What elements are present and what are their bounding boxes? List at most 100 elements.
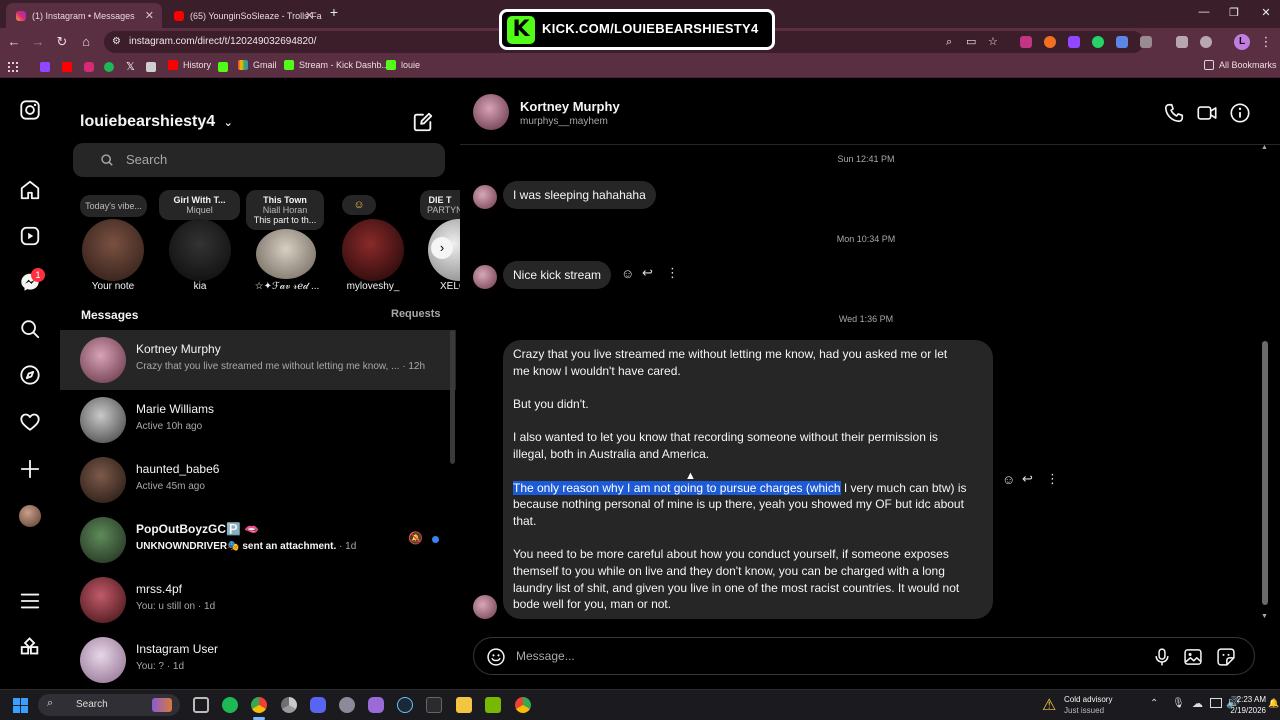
requests-link[interactable]: Requests	[391, 308, 441, 320]
cast-icon[interactable]: ▭	[966, 31, 976, 53]
task-view-icon[interactable]	[193, 697, 209, 713]
profile-avatar[interactable]	[19, 505, 41, 527]
zoom-icon[interactable]: ⌕	[946, 31, 952, 53]
microphone-tray-icon[interactable]: 🎙	[1172, 698, 1185, 709]
settings-app-icon[interactable]	[339, 697, 355, 713]
explore-compass-icon[interactable]	[19, 364, 41, 386]
chrome-profile-app-icon[interactable]	[515, 697, 531, 713]
chrome-app-icon[interactable]	[251, 697, 267, 713]
site-info-icon[interactable]: ⚙	[112, 31, 121, 53]
extension-icon[interactable]	[1020, 36, 1032, 48]
tab-youtube[interactable]: (65) YounginSoSleaze - Trolls Fa ✕	[164, 3, 322, 28]
bookmark-history[interactable]: History	[168, 60, 211, 70]
note-bubble[interactable]: DIE T PARTYN	[420, 190, 460, 220]
chat-scrollbar-thumb[interactable]	[1262, 341, 1268, 605]
nvidia-tray-app-icon[interactable]	[485, 697, 501, 713]
story-avatar-myloveshy[interactable]	[342, 219, 404, 281]
contact-name[interactable]: Kortney Murphy	[520, 99, 620, 114]
clock-time[interactable]: 2:23 AM	[1234, 695, 1266, 704]
message-bubble[interactable]: Nice kick stream	[503, 261, 612, 289]
notification-center-bell-icon[interactable]: 🔔	[1268, 698, 1279, 709]
star-bookmark-icon[interactable]: ☆	[988, 31, 998, 53]
conversation-item[interactable]: mrss.4pf You: u still on · 1d	[60, 570, 456, 630]
side-panel-icon[interactable]	[1176, 36, 1188, 48]
also-from-meta-icon[interactable]	[19, 637, 41, 659]
sticker-icon[interactable]	[1216, 647, 1236, 667]
add-photo-icon[interactable]	[1183, 647, 1203, 667]
more-options-icon[interactable]: ⋮	[666, 265, 679, 281]
show-hidden-icons-chevron-icon[interactable]: ⌃	[1150, 698, 1158, 709]
weather-warning-icon[interactable]: ⚠	[1042, 695, 1056, 715]
discord-app-icon[interactable]	[310, 697, 326, 713]
conversation-item[interactable]: PopOutBoyzGC🅿️ 🫦 UNKNOWNDRIVER🎭 sent an …	[60, 510, 456, 570]
more-options-icon[interactable]: ⋮	[1046, 471, 1059, 487]
kick-bookmark-icon[interactable]	[218, 62, 228, 72]
instagram-bookmark-icon[interactable]	[84, 62, 94, 72]
search-icon[interactable]	[19, 318, 41, 340]
terminal-app-icon[interactable]	[426, 697, 442, 713]
long-message-bubble[interactable]: Crazy that you live streamed me without …	[503, 340, 993, 619]
note-bubble[interactable]: Girl With T... Miquel	[159, 190, 240, 220]
forward-icon[interactable]: →	[30, 34, 46, 49]
video-call-icon[interactable]	[1196, 102, 1218, 124]
username-header[interactable]: louiebearshiesty4 ⌄	[80, 113, 233, 131]
create-plus-icon[interactable]	[19, 458, 41, 480]
bookmark-kick-dashboard[interactable]: Stream - Kick Dashb...	[284, 60, 389, 70]
all-bookmarks[interactable]: All Bookmarks	[1204, 60, 1277, 70]
reply-icon[interactable]: ↩	[1022, 471, 1033, 487]
conversation-item[interactable]: Kortney Murphy Crazy that you live strea…	[60, 330, 456, 390]
search-input[interactable]: Search	[73, 143, 445, 177]
notifications-heart-icon[interactable]	[19, 411, 41, 433]
windows-start-icon[interactable]	[13, 698, 28, 713]
network-tray-icon[interactable]	[1210, 698, 1222, 708]
tab-instagram[interactable]: (1) Instagram • Messages ✕	[6, 3, 162, 28]
back-icon[interactable]: ←	[6, 34, 22, 49]
contact-avatar[interactable]	[473, 94, 509, 130]
close-tab-icon[interactable]: ✕	[145, 9, 154, 22]
note-bubble[interactable]: This Town Niall Horan This part to th...	[246, 190, 324, 230]
notes-scroll-right-icon[interactable]: ›	[431, 237, 453, 259]
extension-icon[interactable]	[1116, 36, 1128, 48]
story-avatar-fav-red[interactable]	[256, 229, 316, 279]
apps-grid-icon[interactable]	[8, 62, 18, 72]
scroll-down-icon[interactable]: ▼	[1261, 613, 1268, 620]
downloads-icon[interactable]	[1200, 36, 1212, 48]
story-avatar-your-note[interactable]	[82, 219, 144, 281]
conversation-info-icon[interactable]	[1229, 102, 1251, 124]
bookmark-louie[interactable]: louie	[386, 60, 420, 70]
emoji-picker-icon[interactable]	[486, 647, 506, 667]
conversation-item[interactable]: Instagram User You: ? · 1d	[60, 630, 456, 690]
conversation-item[interactable]: haunted_babe6 Active 45m ago	[60, 450, 456, 510]
bookmark-icon[interactable]	[146, 62, 156, 72]
minimize-icon[interactable]: —	[1194, 6, 1214, 18]
taskbar-search-box[interactable]: ⌕ Search	[38, 694, 180, 716]
spotify-app-icon[interactable]	[222, 697, 238, 713]
game-controller-app-icon[interactable]	[368, 697, 384, 713]
file-explorer-app-icon[interactable]	[456, 697, 472, 713]
reels-icon[interactable]	[19, 225, 41, 247]
more-menu-icon[interactable]	[19, 590, 41, 612]
home-icon[interactable]	[19, 179, 41, 201]
spotify-bookmark-icon[interactable]	[104, 62, 114, 72]
phone-call-icon[interactable]	[1163, 102, 1185, 124]
extension-icon[interactable]	[1092, 36, 1104, 48]
story-avatar-kia[interactable]	[169, 219, 231, 281]
twitch-bookmark-icon[interactable]	[40, 62, 50, 72]
scroll-up-icon[interactable]: ▲	[1261, 144, 1268, 151]
youtube-bookmark-icon[interactable]	[62, 62, 72, 72]
conversation-item[interactable]: Marie Williams Active 10h ago	[60, 390, 456, 450]
react-emoji-icon[interactable]: ☺	[621, 266, 634, 281]
message-composer[interactable]: Message...	[473, 637, 1255, 675]
clock-date[interactable]: 2/19/2026	[1226, 706, 1266, 715]
chrome-alt-app-icon[interactable]	[281, 697, 297, 713]
new-tab-button[interactable]: +	[324, 4, 344, 20]
close-tab-icon[interactable]: ✕	[305, 9, 314, 22]
restore-icon[interactable]: ❐	[1224, 6, 1244, 19]
react-emoji-icon[interactable]: ☺	[1002, 472, 1015, 487]
profile-avatar[interactable]: L	[1234, 34, 1250, 50]
note-bubble[interactable]: Today's vibe...	[80, 195, 147, 217]
new-message-compose-icon[interactable]	[412, 111, 434, 133]
reply-icon[interactable]: ↩	[642, 265, 653, 281]
home-icon[interactable]: ⌂	[78, 34, 94, 49]
steam-app-icon[interactable]	[397, 697, 413, 713]
